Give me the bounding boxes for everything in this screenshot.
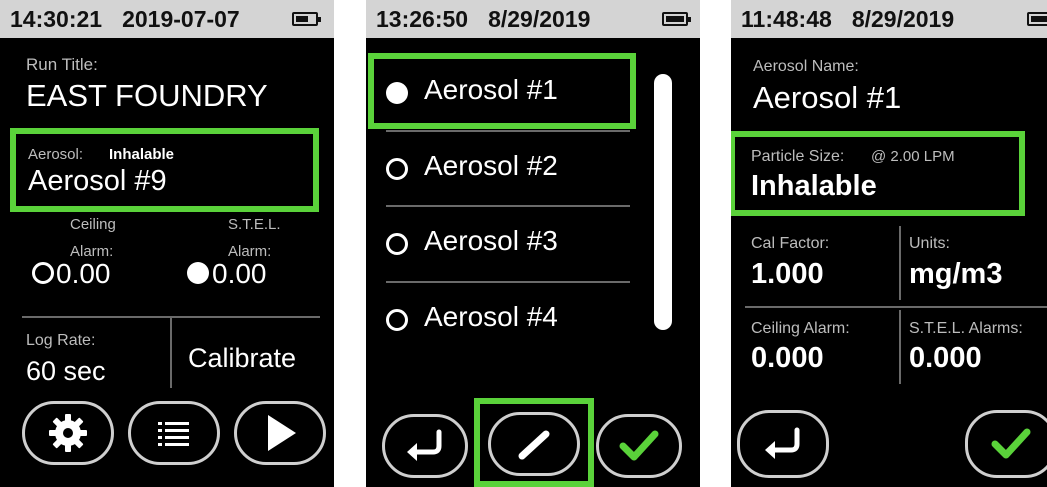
screen-run-summary: 14:30:21 2019-07-07 Run Title: EAST FOUN… [0,0,334,487]
status-date: 8/29/2019 [488,5,591,32]
particle-size-flow: @ 2.00 LPM [871,148,955,165]
particle-size-value[interactable]: Inhalable [751,170,877,203]
back-button[interactable] [382,414,468,478]
start-button[interactable] [234,401,326,465]
status-time: 13:26:50 [376,5,469,32]
screen-aerosol-details: 11:48:48 8/29/2019 Aerosol Name: Aerosol… [731,0,1047,487]
status-bar: 11:48:48 8/29/2019 [731,0,1047,38]
calibrate-button[interactable]: Calibrate [188,343,296,374]
radio-unselected [386,158,408,180]
particle-size-label: Particle Size: [751,148,845,165]
play-icon [268,415,296,451]
status-time: 11:48:48 [741,5,832,32]
divider [745,306,1047,308]
stel-alarm-value[interactable]: 0.00 [212,258,267,290]
settings-button[interactable] [22,401,114,465]
list-button[interactable] [128,401,220,465]
run-title-value[interactable]: EAST FOUNDRY [26,78,268,114]
battery-icon [1027,12,1047,26]
radio-unselected [386,309,408,331]
ceiling-radio[interactable] [32,262,54,284]
divider [386,205,630,207]
list-item-label: Aerosol #3 [424,225,558,256]
battery-icon [662,12,691,26]
cal-factor-label: Cal Factor: [751,235,830,252]
radio-selected [386,82,408,104]
aerosol-value[interactable]: Aerosol #9 [28,165,167,198]
stel-radio[interactable] [187,262,209,284]
ceiling-label: Ceiling [70,216,116,233]
check-icon [991,428,1031,459]
cal-factor-value[interactable]: 1.000 [751,258,824,291]
divider [386,130,630,132]
ceiling-alarm-label: Ceiling Alarm: [751,320,850,337]
aerosol-type: Inhalable [109,146,175,163]
log-rate-label: Log Rate: [26,332,96,349]
stel-alarms-label: S.T.E.L. Alarms: [909,320,1023,337]
list-item-label: Aerosol #1 [424,74,558,105]
stel-alarms-value[interactable]: 0.000 [909,342,982,375]
ceiling-alarm-value[interactable]: 0.00 [56,258,111,290]
status-date: 8/29/2019 [851,5,955,32]
back-icon [407,429,442,461]
aerosol-name-label: Aerosol Name: [753,58,859,75]
status-date: 2019-07-07 [122,5,240,32]
list-icon [158,422,189,446]
screen-aerosol-list: 13:26:50 8/29/2019 Aerosol #1 Aerosol #2… [366,0,700,487]
edit-button[interactable] [488,412,580,476]
status-bar: 13:26:50 8/29/2019 [366,0,700,38]
divider [899,226,901,300]
stel-label: S.T.E.L. [228,216,281,233]
divider [170,318,172,388]
gear-icon [49,414,87,452]
confirm-button[interactable] [596,414,682,478]
units-label: Units: [909,235,950,252]
log-rate-value[interactable]: 60 sec [26,356,106,387]
battery-icon [292,12,321,26]
back-button[interactable] [737,410,829,478]
edit-pen-icon [518,430,550,460]
status-time: 14:30:21 [10,5,103,32]
check-icon [619,430,659,461]
run-title-label: Run Title: [26,55,98,74]
list-item-label: Aerosol #4 [424,301,558,332]
aerosol-name-value[interactable]: Aerosol #1 [753,80,901,116]
scrollbar[interactable] [654,74,672,330]
status-bar: 14:30:21 2019-07-07 [0,0,334,38]
divider [386,281,630,283]
ceiling-alarm-value[interactable]: 0.000 [751,342,824,375]
aerosol-label: Aerosol: [28,146,84,163]
radio-unselected [386,233,408,255]
back-icon [765,427,800,459]
confirm-button[interactable] [965,410,1047,478]
units-value[interactable]: mg/m3 [909,258,1002,291]
list-item-label: Aerosol #2 [424,150,558,181]
divider [899,310,901,384]
